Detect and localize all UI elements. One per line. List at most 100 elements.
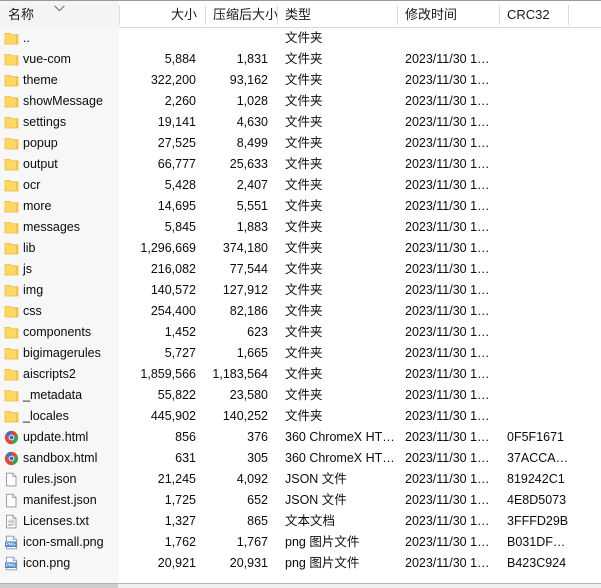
cell-type: 文本文档 (285, 514, 336, 528)
cell-name: icon-small.png (23, 535, 104, 549)
table-row[interactable]: aiscripts2 1,859,566 1,183,564 文件夹 2023/11/3… (0, 364, 601, 385)
cell-name: .. (23, 31, 30, 45)
cell-size: 21,245 (157, 472, 196, 486)
cell-packed (205, 28, 277, 49)
cell-size: 445,902 (150, 409, 196, 423)
cell-type: 文件夹 (285, 241, 323, 255)
column-header-name[interactable]: 名称 (0, 1, 119, 28)
table-row[interactable]: _metadata 55,822 23,580 文件夹 2023/11/30 1… (0, 385, 601, 406)
table-row[interactable]: _locales 445,902 140,252 文件夹 2023/11/30 1… (0, 406, 601, 427)
column-header-packed[interactable]: 压缩后大小 (205, 1, 277, 28)
cell-name: img (23, 283, 44, 297)
table-row[interactable]: popup 27,525 8,499 文件夹 2023/11/30 1… (0, 133, 601, 154)
column-resize-handle-0[interactable] (119, 5, 120, 25)
table-row[interactable]: components 1,452 623 文件夹 2023/11/30 1… (0, 322, 601, 343)
column-header-crc[interactable]: CRC32 (499, 1, 568, 28)
cell-type: png 图片文件 (285, 535, 360, 549)
column-header-mtime[interactable]: 修改时间 (397, 1, 499, 28)
cell-size: 1,327 (164, 514, 196, 528)
cell-mtime: 2023/11/30 1… (405, 535, 490, 549)
cell-mtime: 2023/11/30 1… (405, 514, 490, 528)
cell-mtime: 2023/11/30 1… (405, 367, 490, 381)
table-row[interactable]: lib 1,296,669 374,180 文件夹 2023/11/30 1… (0, 238, 601, 259)
table-row[interactable]: messages 5,845 1,883 文件夹 2023/11/30 1… (0, 217, 601, 238)
cell-size: 20,921 (157, 556, 196, 570)
cell-packed: 1,883 (236, 220, 268, 234)
cell-size (119, 28, 205, 49)
column-header-type[interactable]: 类型 (277, 1, 397, 28)
cell-name: vue-com (23, 52, 71, 66)
cell-packed: 2,407 (236, 178, 268, 192)
cell-crc: 0F5F1671 (507, 430, 564, 444)
cell-crc (499, 196, 568, 217)
scrollbar-thumb[interactable] (0, 584, 118, 588)
cell-packed: 25,633 (229, 157, 268, 171)
column-resize-handle-4[interactable] (499, 5, 500, 25)
cell-size: 1,859,566 (140, 367, 196, 381)
column-resize-handle-2[interactable] (277, 5, 278, 25)
table-row[interactable]: vue-com 5,884 1,831 文件夹 2023/11/30 1… (0, 49, 601, 70)
cell-mtime: 2023/11/30 1… (405, 556, 490, 570)
cell-size: 5,428 (164, 178, 196, 192)
table-row[interactable]: manifest.json 1,725 652 JSON 文件 2023/11/30 1… (0, 490, 601, 511)
column-resize-handle-5[interactable] (568, 5, 569, 25)
column-resize-handle-1[interactable] (205, 5, 206, 25)
cell-type: 文件夹 (285, 73, 323, 87)
cell-mtime: 2023/11/30 1… (405, 409, 490, 423)
cell-type: 文件夹 (285, 346, 323, 360)
table-row[interactable]: js 216,082 77,544 文件夹 2023/11/30 1… (0, 259, 601, 280)
cell-mtime: 2023/11/30 1… (405, 325, 490, 339)
horizontal-scrollbar[interactable] (0, 583, 601, 588)
table-row[interactable]: bigimagerules 5,727 1,665 文件夹 2023/11/30 1… (0, 343, 601, 364)
table-row[interactable]: ocr 5,428 2,407 文件夹 2023/11/30 1… (0, 175, 601, 196)
cell-type: 360 ChromeX HT… (285, 451, 395, 465)
file-list-body[interactable]: .. 文件夹 vue-com 5,884 1,831 文件夹 2023/11/30 1… th… (0, 28, 601, 583)
table-row[interactable]: css 254,400 82,186 文件夹 2023/11/30 1… (0, 301, 601, 322)
cell-packed: 1,665 (236, 346, 268, 360)
cell-crc (499, 28, 568, 49)
table-row[interactable]: rules.json 21,245 4,092 JSON 文件 2023/11/30 1… (0, 469, 601, 490)
column-header-label: 大小 (170, 7, 197, 22)
column-header-row: 名称 大小 压缩后大小 类型 修改时间 CRC32 (0, 1, 601, 28)
cell-mtime: 2023/11/30 1… (405, 472, 490, 486)
cell-crc: B031DF… (507, 535, 566, 549)
cell-crc (499, 406, 568, 427)
table-row[interactable]: output 66,777 25,633 文件夹 2023/11/30 1… (0, 154, 601, 175)
column-header-label: CRC32 (507, 7, 550, 22)
cell-name: update.html (23, 430, 89, 444)
table-row[interactable]: more 14,695 5,551 文件夹 2023/11/30 1… (0, 196, 601, 217)
cell-crc (499, 343, 568, 364)
cell-name: settings (23, 115, 67, 129)
cell-type: 文件夹 (285, 220, 323, 234)
cell-mtime: 2023/11/30 1… (405, 178, 490, 192)
table-row[interactable]: PNG icon-small.png 1,762 1,767 png 图片文件 2023/… (0, 532, 601, 553)
cell-type: 文件夹 (285, 94, 323, 108)
cell-size: 5,845 (164, 220, 196, 234)
table-row[interactable]: settings 19,141 4,630 文件夹 2023/11/30 1… (0, 112, 601, 133)
column-resize-handle-3[interactable] (397, 5, 398, 25)
table-row[interactable]: sandbox.html 631 305 360 ChromeX HT… 2023/11… (0, 448, 601, 469)
cell-type: 文件夹 (285, 157, 323, 171)
table-row[interactable]: Licenses.txt 1,327 865 文本文档 2023/11/30 1… 3FF… (0, 511, 601, 532)
cell-packed: 1,028 (236, 94, 268, 108)
cell-packed: 652 (247, 493, 268, 507)
table-row[interactable]: PNG icon.png 20,921 20,931 png 图片文件 2023/11/3… (0, 553, 601, 574)
cell-mtime: 2023/11/30 1… (405, 157, 490, 171)
cell-size: 631 (175, 451, 196, 465)
cell-name: icon.png (23, 556, 71, 570)
table-row[interactable]: showMessage 2,260 1,028 文件夹 2023/11/30 1… (0, 91, 601, 112)
table-row[interactable]: theme 322,200 93,162 文件夹 2023/11/30 1… (0, 70, 601, 91)
cell-type: 文件夹 (285, 115, 323, 129)
cell-crc (499, 238, 568, 259)
column-header-size[interactable]: 大小 (119, 1, 205, 28)
cell-mtime: 2023/11/30 1… (405, 346, 490, 360)
cell-type: JSON 文件 (285, 493, 347, 507)
cell-type: 文件夹 (285, 199, 323, 213)
cell-crc (499, 322, 568, 343)
cell-mtime: 2023/11/30 1… (405, 388, 490, 402)
cell-type: 文件夹 (285, 262, 323, 276)
table-row[interactable]: img 140,572 127,912 文件夹 2023/11/30 1… (0, 280, 601, 301)
table-row[interactable]: .. 文件夹 (0, 28, 601, 49)
cell-mtime: 2023/11/30 1… (405, 304, 490, 318)
table-row[interactable]: update.html 856 376 360 ChromeX HT… 2023/11/… (0, 427, 601, 448)
